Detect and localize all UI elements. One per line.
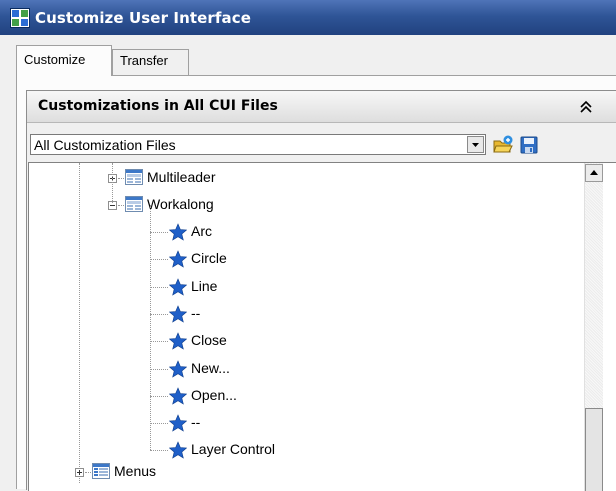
tab-transfer[interactable]: Transfer bbox=[112, 49, 189, 75]
tree-node-label: Arc bbox=[191, 223, 212, 239]
tree-node-label: Workalong bbox=[147, 196, 214, 212]
star-command-icon bbox=[168, 332, 188, 353]
tree-connector bbox=[150, 396, 168, 397]
tree-node-label: New... bbox=[191, 360, 230, 376]
tree-connector bbox=[150, 314, 168, 315]
expand-toggle[interactable] bbox=[75, 468, 84, 477]
cui-file-filter-dropdown[interactable]: All Customization Files bbox=[30, 134, 486, 155]
open-folder-icon[interactable] bbox=[492, 134, 514, 156]
tree-connector bbox=[150, 369, 168, 370]
tree-connector bbox=[150, 232, 168, 233]
tree-node-label: -- bbox=[191, 414, 201, 430]
tree-node-label: Circle bbox=[191, 250, 227, 266]
tree-connector bbox=[79, 163, 80, 483]
tree-node-command[interactable]: Line bbox=[29, 277, 579, 297]
tree-node-label: Menus bbox=[114, 463, 157, 479]
tree-connector bbox=[150, 423, 168, 424]
tree-node-command[interactable]: Layer Control bbox=[29, 440, 579, 460]
star-command-icon bbox=[168, 223, 188, 244]
star-command-icon bbox=[168, 305, 188, 326]
tree-node-command[interactable]: Arc bbox=[29, 222, 579, 242]
tree-node-label: Close bbox=[191, 332, 227, 348]
tree-node-command[interactable]: -- bbox=[29, 304, 579, 324]
tree-connector bbox=[118, 205, 124, 206]
menu-icon bbox=[92, 463, 110, 482]
group-title: Customizations in All CUI Files bbox=[38, 98, 278, 114]
star-command-icon bbox=[168, 278, 188, 299]
tree-node-command[interactable]: New... bbox=[29, 359, 579, 379]
save-disk-icon[interactable] bbox=[518, 134, 540, 156]
star-command-icon bbox=[168, 250, 188, 271]
customize-panel: Customizations in All CUI Files All Cust… bbox=[16, 75, 616, 491]
tree-node-command[interactable]: Circle bbox=[29, 249, 579, 269]
tree-node-label: Line bbox=[191, 278, 218, 294]
tree-node-label: -- bbox=[191, 305, 201, 321]
tree-node-command[interactable]: Close bbox=[29, 331, 579, 351]
tree-node-label: Open... bbox=[191, 387, 237, 403]
star-command-icon bbox=[168, 387, 188, 408]
cui-app-icon bbox=[10, 7, 30, 28]
tree-connector bbox=[150, 287, 168, 288]
vertical-scrollbar[interactable] bbox=[584, 163, 603, 491]
tree-node-menus[interactable]: Menus bbox=[29, 462, 579, 482]
tree-connector bbox=[150, 341, 168, 342]
group-header: Customizations in All CUI Files bbox=[27, 91, 616, 123]
tab-customize[interactable]: Customize bbox=[16, 45, 112, 76]
cui-tree-view[interactable]: Multileader Workalong Arc Circle Line -- Close… bbox=[28, 162, 616, 491]
window-title: Customize User Interface bbox=[35, 8, 252, 27]
scroll-up-button[interactable] bbox=[585, 164, 603, 182]
tree-node-label: Layer Control bbox=[191, 441, 276, 457]
double-chevron-up-icon[interactable] bbox=[576, 97, 596, 117]
tree-node-command[interactable]: Open... bbox=[29, 386, 579, 406]
scrollbar-thumb[interactable] bbox=[585, 408, 603, 491]
tree-connector bbox=[150, 259, 168, 260]
customizations-group: Customizations in All CUI Files All Cust… bbox=[26, 90, 616, 491]
star-command-icon bbox=[168, 414, 188, 435]
star-command-icon bbox=[168, 441, 188, 462]
star-command-icon bbox=[168, 360, 188, 381]
tree-connector bbox=[112, 163, 113, 203]
tree-node-command[interactable]: -- bbox=[29, 413, 579, 433]
toolbar-icon bbox=[125, 196, 143, 215]
tree-connector bbox=[150, 450, 168, 451]
title-bar: Customize User Interface bbox=[0, 0, 616, 35]
chevron-down-icon[interactable] bbox=[467, 136, 484, 153]
dropdown-selected-value: All Customization Files bbox=[34, 137, 176, 153]
tree-connector bbox=[150, 205, 151, 450]
tree-connector bbox=[118, 178, 124, 179]
tree-node-label: Multileader bbox=[147, 169, 216, 185]
tree-connector bbox=[85, 472, 91, 473]
toolbar-icon bbox=[125, 169, 143, 188]
